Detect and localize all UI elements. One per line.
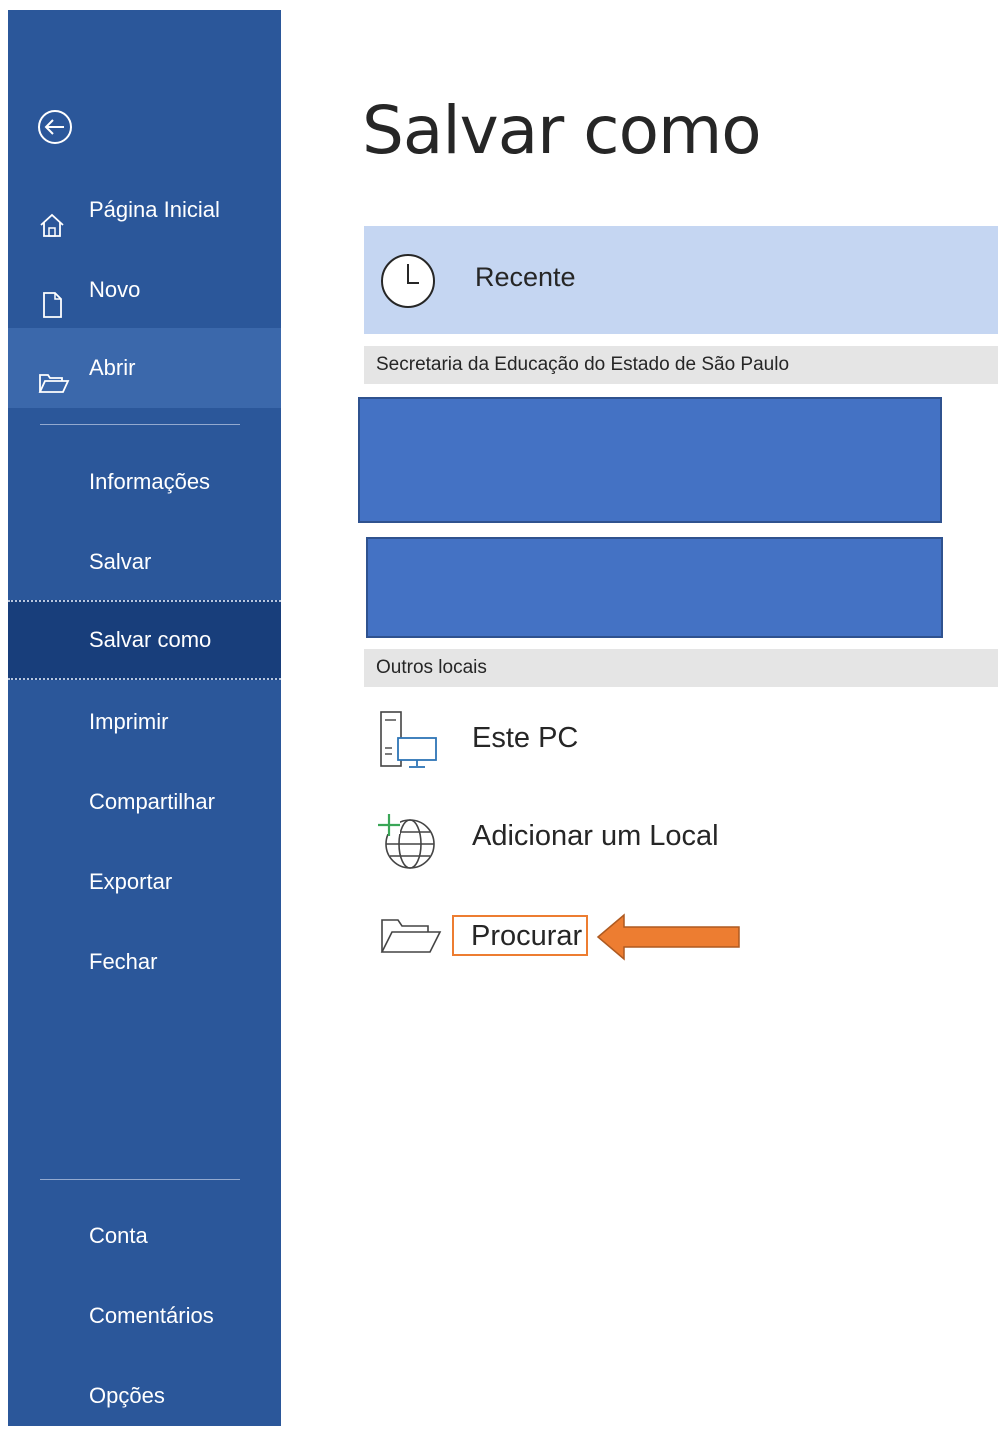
- browse-highlight[interactable]: Procurar: [452, 915, 588, 956]
- nav-account[interactable]: Conta: [8, 1196, 281, 1276]
- recent-label: Recente: [475, 262, 576, 292]
- nav-account-label: Conta: [89, 1223, 148, 1248]
- open-folder-icon: [38, 352, 70, 393]
- location-this-pc[interactable]: Este PC: [364, 700, 998, 780]
- nav-home-label: Página Inicial: [89, 197, 220, 222]
- nav-open-label: Abrir: [89, 355, 136, 380]
- back-arrow-circle-icon: [38, 110, 72, 144]
- sidebar-divider: [40, 1179, 240, 1180]
- nav-share-label: Compartilhar: [89, 789, 215, 814]
- orange-arrow-annotation: [596, 913, 740, 961]
- nav-export[interactable]: Exportar: [8, 842, 281, 922]
- folder-icon: [380, 919, 442, 953]
- home-icon: [38, 194, 66, 237]
- section-header-org: Secretaria da Educação do Estado de São …: [364, 346, 998, 384]
- nav-print-label: Imprimir: [89, 709, 169, 734]
- nav-options[interactable]: Opções: [8, 1356, 281, 1436]
- nav-info-label: Informações: [89, 469, 211, 494]
- location-browse-label: Procurar: [471, 920, 583, 952]
- nav-home[interactable]: Página Inicial: [8, 170, 281, 250]
- back-button[interactable]: [35, 107, 75, 147]
- nav-save-as-label: Salvar como: [89, 627, 212, 652]
- section-header-other: Outros locais: [364, 649, 998, 687]
- location-add-place-label: Adicionar um Local: [472, 820, 719, 852]
- nav-new-label: Novo: [89, 277, 141, 302]
- nav-feedback[interactable]: Comentários: [8, 1276, 281, 1356]
- add-globe-icon: [378, 814, 435, 869]
- computer-icon: [380, 711, 437, 768]
- page-title: Salvar como: [362, 92, 762, 169]
- nav-save-label: Salvar: [89, 549, 152, 574]
- redacted-location[interactable]: [366, 537, 943, 638]
- nav-feedback-label: Comentários: [89, 1303, 214, 1328]
- location-add-place[interactable]: Adicionar um Local: [364, 798, 998, 878]
- recent-location[interactable]: Recente: [364, 226, 998, 334]
- nav-save[interactable]: Salvar: [8, 522, 281, 602]
- location-this-pc-label: Este PC: [472, 722, 579, 754]
- new-document-icon: [38, 274, 66, 318]
- nav-export-label: Exportar: [89, 869, 173, 894]
- nav-print[interactable]: Imprimir: [8, 682, 281, 762]
- nav-open[interactable]: Abrir: [8, 328, 281, 408]
- nav-share[interactable]: Compartilhar: [8, 762, 281, 842]
- nav-info[interactable]: Informações: [8, 442, 281, 522]
- nav-close[interactable]: Fechar: [8, 922, 281, 1002]
- nav-new[interactable]: Novo: [8, 250, 281, 330]
- backstage-sidebar: Página Inicial Novo Abrir Informações Sa…: [8, 10, 281, 1426]
- nav-close-label: Fechar: [89, 949, 158, 974]
- clock-icon: [381, 254, 435, 308]
- nav-options-label: Opções: [89, 1383, 165, 1408]
- nav-save-as[interactable]: Salvar como: [8, 600, 281, 680]
- sidebar-divider: [40, 424, 240, 425]
- redacted-location[interactable]: [358, 397, 942, 523]
